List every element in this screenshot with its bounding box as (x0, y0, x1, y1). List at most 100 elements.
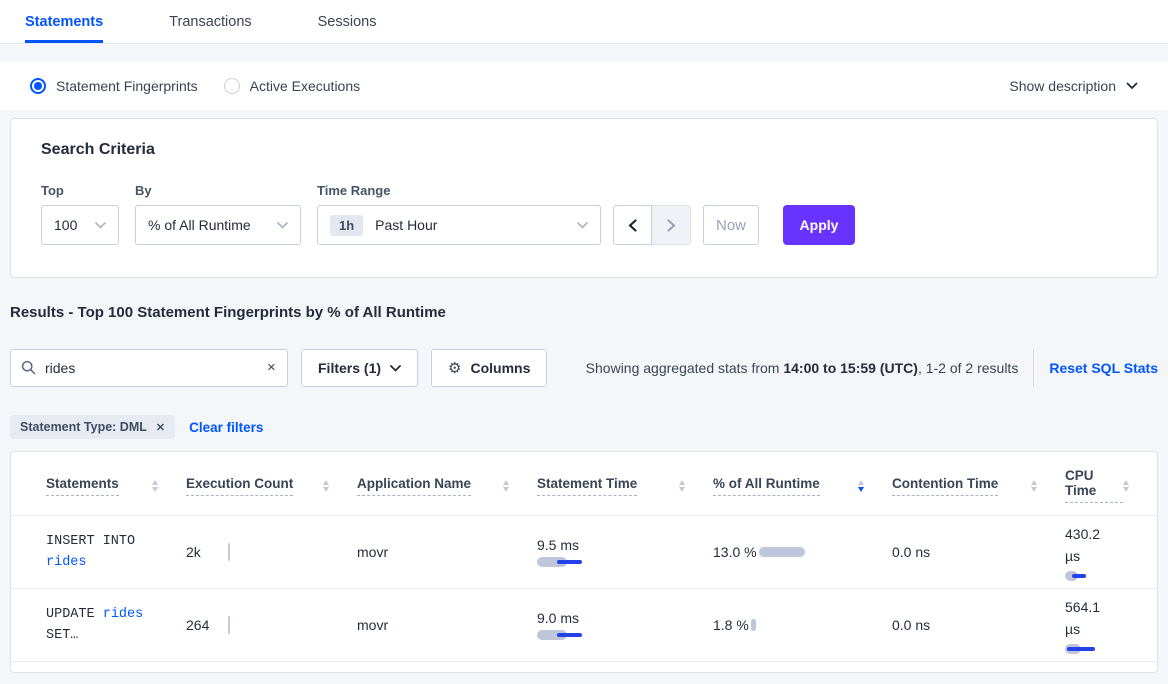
by-label: By (135, 183, 301, 198)
sort-up-arrow (1031, 480, 1037, 485)
contention-time-cell: 0.0 ns (892, 617, 1065, 633)
sort-up-arrow (858, 480, 864, 485)
by-select[interactable]: % of All Runtime (135, 205, 301, 245)
results-heading: Results - Top 100 Statement Fingerprints… (10, 304, 1158, 321)
time-range-arrows (613, 205, 691, 245)
top-label: Top (41, 183, 119, 198)
bar-blue (557, 633, 582, 637)
top-field: Top 100 (41, 183, 119, 245)
runtime-pct-value: 13.0 % (713, 541, 757, 563)
top-select[interactable]: 100 (41, 205, 119, 245)
sort-up-arrow (1123, 480, 1129, 485)
column-header-statement-time[interactable]: Statement Time (537, 468, 713, 503)
vertical-divider (1033, 349, 1034, 387)
sort-icon[interactable] (1123, 480, 1129, 492)
column-header-statements[interactable]: Statements (46, 468, 186, 503)
execution-count-cell: 2k (186, 543, 357, 561)
clear-filters-link[interactable]: Clear filters (189, 420, 263, 435)
time-prev-button[interactable] (613, 205, 652, 245)
search-box: ✕ (10, 349, 288, 387)
tab-transactions[interactable]: Transactions (169, 0, 251, 43)
sort-icon[interactable] (503, 480, 509, 492)
execution-count-cell: 264 (186, 616, 357, 634)
by-field: By % of All Runtime (135, 183, 301, 245)
sort-icon[interactable] (152, 480, 158, 492)
statement-link[interactable]: rides (103, 607, 144, 622)
filters-button[interactable]: Filters (1) (301, 349, 418, 387)
clear-search-icon[interactable]: ✕ (267, 361, 276, 375)
radio-label: Statement Fingerprints (56, 78, 198, 94)
tab-sessions[interactable]: Sessions (318, 0, 377, 43)
sort-icon[interactable] (679, 480, 685, 492)
execution-count-value: 2k (186, 544, 220, 560)
chevron-down-icon (277, 222, 288, 229)
tab-statements[interactable]: Statements (25, 0, 103, 43)
now-button[interactable]: Now (703, 205, 759, 245)
statement-text: UPDATE (46, 607, 95, 622)
radio-statement-fingerprints[interactable]: Statement Fingerprints (30, 78, 198, 94)
column-header-pct-of-all-runtime[interactable]: % of All Runtime (713, 468, 892, 503)
table-row: INSERT INTO rides 2k movr 9.5 ms 13.0 % … (11, 516, 1157, 589)
column-header-contention-time[interactable]: Contention Time (892, 468, 1065, 503)
cpu-time-cell: 564.1 µs (1065, 596, 1157, 654)
chevron-left-icon (628, 219, 637, 232)
statement-link[interactable]: rides (46, 555, 87, 570)
cpu-time-bar (1065, 571, 1113, 581)
statement-cell: UPDATE rides SET… (46, 604, 158, 646)
time-next-button[interactable] (652, 205, 691, 245)
cpu-time-value: 430.2 µs (1065, 523, 1113, 567)
chip-close-icon[interactable]: ✕ (156, 421, 165, 434)
column-label: Statement Time (537, 476, 637, 496)
search-icon (21, 360, 36, 375)
runtime-pct-bar (751, 619, 756, 631)
runtime-pct-cell: 1.8 % (713, 614, 892, 636)
filters-label: Filters (1) (318, 360, 381, 376)
results-toolbar: ✕ Filters (1) ⚙ Columns Showing aggregat… (10, 349, 1158, 387)
apply-button[interactable]: Apply (783, 205, 855, 245)
chevron-right-icon (667, 219, 676, 232)
chevron-down-icon (1126, 82, 1138, 90)
column-label: Contention Time (892, 476, 998, 496)
column-label: Statements (46, 476, 119, 496)
chevron-down-icon (95, 222, 106, 229)
stats-suffix: , 1-2 of 2 results (918, 360, 1018, 376)
sort-down-arrow (858, 487, 864, 492)
stats-summary: Showing aggregated stats from 14:00 to 1… (586, 360, 1019, 376)
radio-active-executions[interactable]: Active Executions (224, 78, 361, 94)
column-label: CPU Time (1065, 468, 1123, 503)
column-header-application-name[interactable]: Application Name (357, 468, 537, 503)
search-input[interactable] (10, 349, 288, 387)
view-toggle-bar: Statement Fingerprints Active Executions… (0, 62, 1168, 110)
table-header: Statements Execution Count Application N… (11, 452, 1157, 516)
column-header-execution-count[interactable]: Execution Count (186, 468, 357, 503)
column-label: Execution Count (186, 476, 293, 496)
reset-sql-stats-link[interactable]: Reset SQL Stats (1049, 360, 1158, 376)
time-range-badge: 1h (330, 215, 363, 236)
radio-label: Active Executions (250, 78, 361, 94)
time-range-label: Time Range (317, 183, 601, 198)
chevron-down-icon (390, 365, 401, 372)
top-tab-bar: Statements Transactions Sessions (0, 0, 1168, 44)
sort-icon-active-desc[interactable] (858, 480, 864, 492)
show-description-label: Show description (1009, 78, 1116, 94)
column-header-cpu-time[interactable]: CPU Time (1065, 468, 1157, 503)
time-range-select[interactable]: 1h Past Hour (317, 205, 601, 245)
search-criteria-card: Search Criteria Top 100 By % of All Runt… (10, 118, 1158, 278)
sort-down-arrow (503, 487, 509, 492)
time-range-value: Past Hour (375, 217, 437, 233)
columns-button[interactable]: ⚙ Columns (431, 349, 547, 387)
sort-icon[interactable] (1031, 480, 1037, 492)
bar-blue (1072, 574, 1086, 578)
show-description-toggle[interactable]: Show description (1009, 78, 1138, 94)
statement-time-cell: 9.5 ms (537, 537, 713, 567)
runtime-pct-value: 1.8 % (713, 614, 749, 636)
columns-label: Columns (470, 360, 530, 376)
statements-table: Statements Execution Count Application N… (10, 451, 1158, 673)
sort-icon[interactable] (323, 480, 329, 492)
statement-time-bar (537, 557, 585, 567)
runtime-pct-bar (759, 547, 805, 557)
execution-count-value: 264 (186, 617, 220, 633)
application-name-cell: movr (357, 544, 537, 560)
search-criteria-title: Search Criteria (41, 141, 1137, 159)
top-select-value: 100 (54, 217, 77, 233)
